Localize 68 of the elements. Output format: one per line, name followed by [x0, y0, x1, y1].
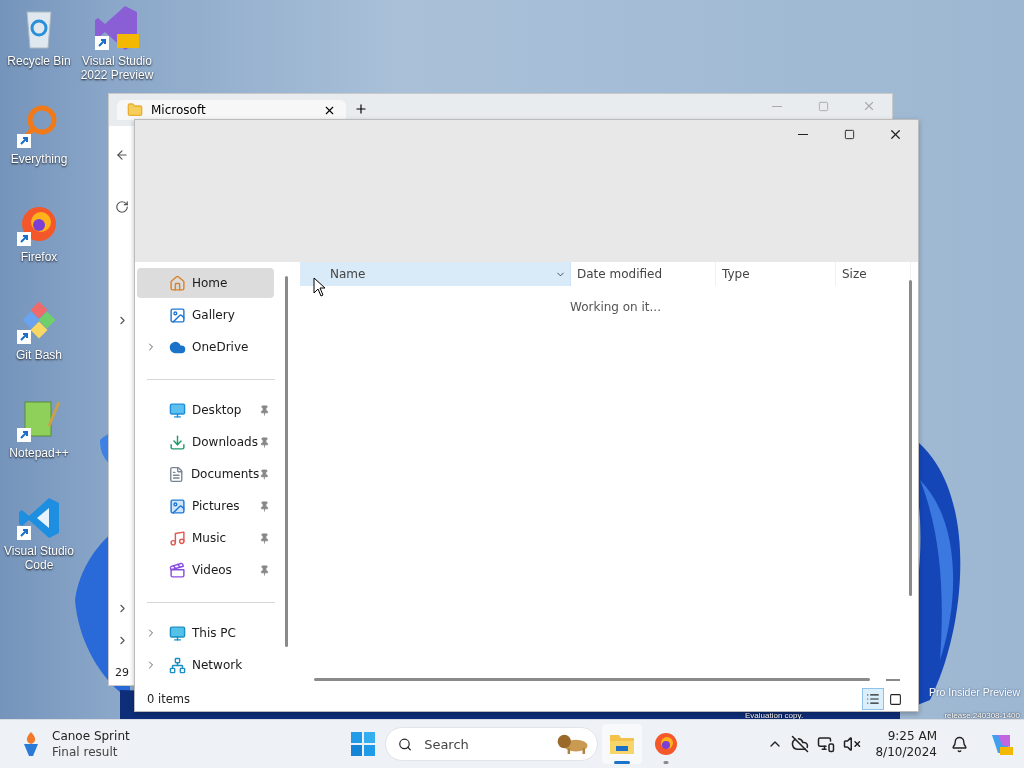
folder-icon	[127, 102, 143, 118]
cloud-off-icon[interactable]	[791, 735, 810, 753]
download-icon	[169, 433, 186, 451]
widget-subtitle: Final result	[52, 744, 119, 760]
nav-item[interactable]: Documents	[137, 459, 274, 489]
nav-item[interactable]: This PC	[137, 618, 274, 648]
pin-icon	[259, 532, 270, 544]
network-icon[interactable]	[817, 735, 836, 753]
refresh-icon[interactable]	[115, 200, 129, 214]
build-text: Evaluation copy.	[745, 711, 804, 720]
maximize-icon	[817, 100, 829, 112]
column-header[interactable]: Name	[300, 262, 571, 286]
back-icon[interactable]	[115, 148, 129, 162]
minimize-icon	[772, 105, 782, 107]
nav-item[interactable]: Pictures	[137, 491, 274, 521]
mute-icon[interactable]	[843, 735, 862, 753]
close-icon	[862, 99, 876, 113]
desktop-icon-label: Everything	[9, 152, 69, 166]
loading-text: Working on it...	[570, 300, 662, 314]
nav-item[interactable]: OneDrive	[137, 332, 274, 362]
computer-icon	[169, 624, 186, 642]
details-view-button[interactable]	[862, 688, 884, 710]
maximize-icon	[843, 128, 855, 140]
search-field[interactable]: Search	[385, 727, 598, 761]
file-explorer-button[interactable]	[602, 724, 642, 764]
item-count: 0 items	[147, 692, 191, 706]
pin-icon	[259, 564, 270, 576]
desktop-icon	[169, 401, 186, 419]
cursor-icon	[313, 277, 327, 297]
nav-item[interactable]: Videos	[137, 555, 274, 585]
build-text: release.240308-1400	[944, 711, 1020, 720]
document-icon	[168, 465, 185, 483]
clock[interactable]: 9:25 AM 8/10/2024	[869, 728, 943, 760]
plus-icon	[354, 102, 368, 116]
desktop-icon-label: Visual Studio Code	[3, 544, 75, 572]
desktop-icon-label: Git Bash	[15, 348, 63, 362]
pin-icon	[259, 436, 270, 448]
network-icon	[169, 656, 186, 674]
square-icon	[888, 692, 902, 706]
desktop-icon-label: Firefox	[19, 250, 59, 264]
pin-icon	[259, 500, 270, 512]
nav-item[interactable]: Desktop	[137, 395, 274, 425]
pin-icon	[259, 404, 270, 416]
bell-icon[interactable]	[951, 735, 968, 753]
desktop-icon-label: Recycle Bin	[6, 54, 72, 68]
widget-title[interactable]: Canoe Sprint	[52, 728, 130, 744]
nav-item[interactable]: Music	[137, 523, 274, 553]
minimize-icon	[798, 133, 808, 135]
visual-studio-icon[interactable]	[93, 4, 141, 52]
list-icon	[866, 692, 880, 706]
browser-tab[interactable]: Microsoft	[117, 100, 346, 120]
nav-item[interactable]: Downloads	[137, 427, 274, 457]
search-input[interactable]: Search	[422, 735, 547, 753]
nav-item[interactable]: Home	[137, 268, 274, 298]
windows-logo-icon	[351, 732, 375, 756]
status-text: 29	[115, 666, 129, 679]
gallery-icon	[169, 306, 186, 324]
nav-item[interactable]: Network	[137, 650, 274, 680]
firefox-icon	[653, 731, 679, 757]
desktop-icon-label: Visual Studio 2022 Preview	[79, 54, 155, 82]
home-icon	[169, 274, 186, 292]
picture-icon	[169, 497, 186, 515]
folder-icon	[609, 732, 635, 756]
desktop-icon-label: Notepad++	[8, 446, 70, 460]
music-icon	[169, 529, 186, 547]
nav-item[interactable]: Gallery	[137, 300, 274, 330]
pin-icon	[259, 468, 270, 480]
video-icon	[169, 561, 186, 579]
